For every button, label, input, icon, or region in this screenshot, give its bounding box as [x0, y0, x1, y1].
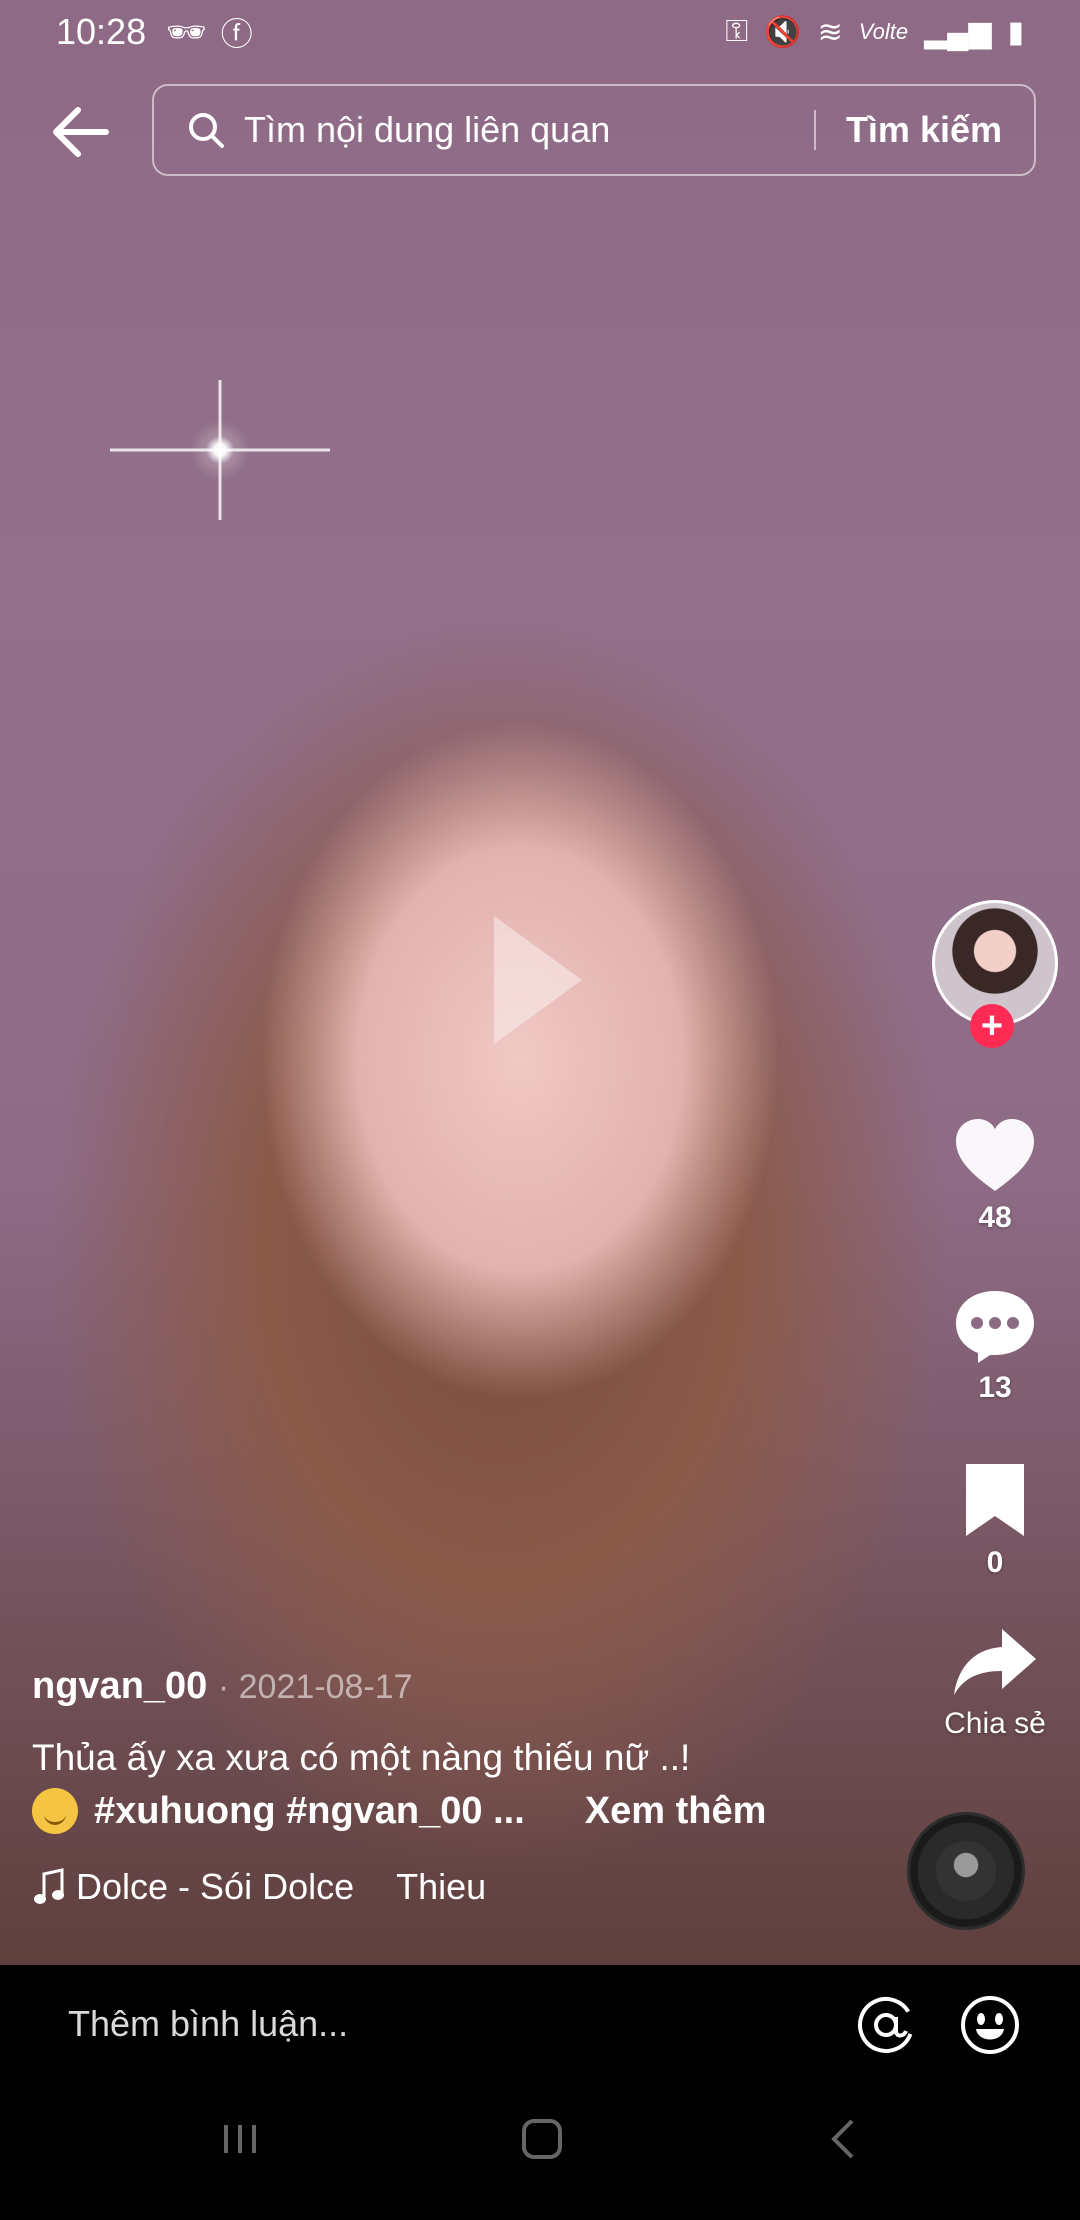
post-date: · 2021-08-17	[217, 1668, 413, 1706]
comment-button[interactable]: 13	[910, 1285, 1080, 1405]
key-icon: ⚿	[725, 15, 749, 48]
music-artist: Thieu	[396, 1866, 487, 1907]
follow-plus-icon[interactable]: +	[970, 1004, 1014, 1048]
home-icon[interactable]	[520, 2117, 564, 2161]
search-header: Tìm nội dung liên quan Tìm kiếm	[0, 84, 1080, 178]
comment-icon	[956, 1291, 1034, 1363]
save-button[interactable]: 0	[910, 1460, 1080, 1580]
wifi-icon: ≋	[817, 15, 843, 49]
sparkle-decoration	[190, 420, 250, 480]
bookmark-icon	[966, 1464, 1024, 1536]
share-label: Chia sẻ	[944, 1707, 1046, 1740]
facebook-icon: ⓕ	[220, 16, 253, 52]
like-count: 48	[978, 1201, 1012, 1234]
relieved-emoji-icon	[32, 1788, 78, 1834]
see-more-link[interactable]: Xem thêm	[585, 1790, 767, 1833]
heart-icon	[956, 1119, 1034, 1191]
author-line: ngvan_00 · 2021-08-17	[32, 1665, 852, 1708]
save-count: 0	[986, 1546, 1004, 1579]
recent-apps-icon[interactable]	[220, 2119, 260, 2159]
network-label: Volte	[858, 19, 909, 44]
like-button[interactable]: 48	[910, 1115, 1080, 1235]
back-arrow-icon[interactable]	[48, 104, 112, 160]
mute-icon: 🔇	[764, 15, 802, 49]
hashtags[interactable]: #xuhuong #ngvan_00 ...	[94, 1790, 525, 1833]
music-info[interactable]: Dolce - Sói Dolce Thieu	[32, 1866, 852, 1908]
status-bar: 10:28 🕶 ⓕ ⚿ 🔇 ≋ Volte ▂▄▆ ▮	[0, 0, 1080, 64]
search-icon	[189, 113, 224, 148]
tags-line: #xuhuong #ngvan_00 ... Xem thêm	[32, 1788, 852, 1834]
share-button[interactable]: Chia sẻ	[910, 1625, 1080, 1741]
play-icon[interactable]	[488, 910, 588, 1050]
music-title: Dolce - Sói Dolce	[76, 1866, 355, 1907]
search-input[interactable]: Tìm nội dung liên quan	[244, 109, 814, 151]
system-navbar	[0, 2095, 1080, 2215]
author-name[interactable]: ngvan_00	[32, 1665, 207, 1707]
music-disc[interactable]	[910, 1815, 1022, 1927]
emoji-icon[interactable]	[958, 1993, 1022, 2057]
comment-count: 13	[978, 1371, 1012, 1404]
nav-back-icon[interactable]	[828, 2117, 858, 2161]
search-divider	[813, 110, 816, 150]
share-arrow-icon	[954, 1629, 1036, 1695]
search-box[interactable]: Tìm nội dung liên quan Tìm kiếm	[152, 84, 1036, 176]
status-time: 10:28	[56, 11, 147, 52]
music-note-icon	[34, 1868, 64, 1904]
mention-icon[interactable]	[854, 1993, 918, 2057]
search-button[interactable]: Tìm kiếm	[846, 109, 1002, 151]
video-caption: ngvan_00 · 2021-08-17 Thủa ấy xa xưa có …	[32, 1665, 852, 1908]
incognito-icon: 🕶	[166, 14, 207, 50]
post-description: Thủa ấy xa xưa có một nàng thiếu nữ ..!	[32, 1737, 691, 1778]
battery-icon: ▮	[1007, 15, 1024, 49]
comment-input[interactable]: Thêm bình luận...	[68, 2003, 348, 2045]
signal-icon: ▂▄▆	[924, 15, 992, 49]
comment-bar: Thêm bình luận...	[0, 1965, 1080, 2220]
music-disc-cover	[936, 1841, 996, 1901]
